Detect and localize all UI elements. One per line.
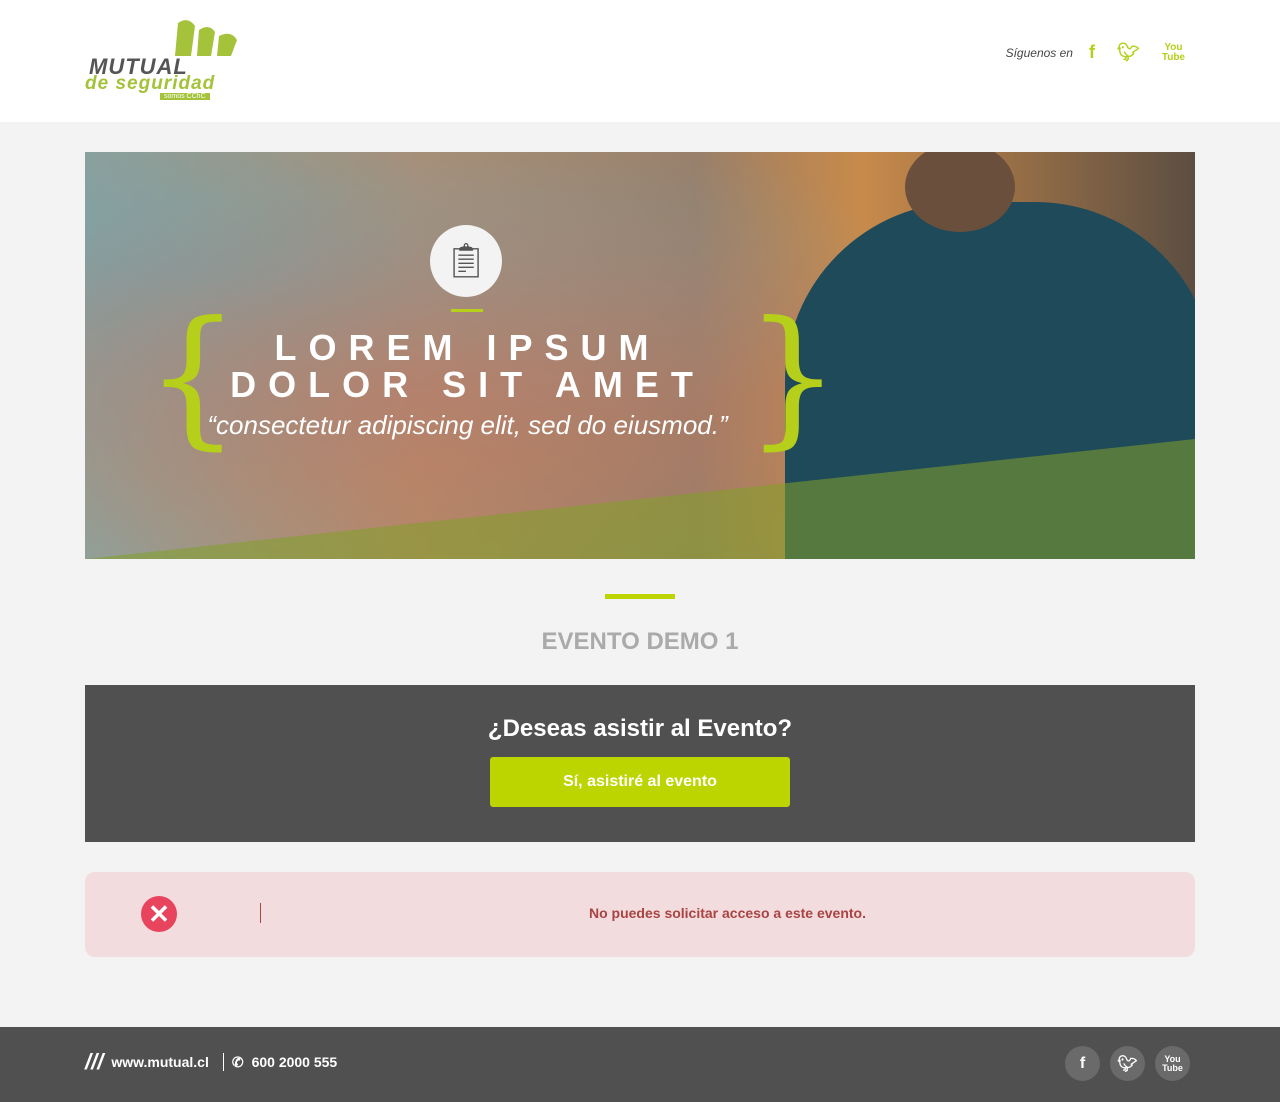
title-divider bbox=[605, 594, 675, 599]
website-link[interactable]: www.mutual.cl bbox=[111, 1054, 209, 1070]
mutual-logo[interactable]: MUTUAL de seguridad somos CChC bbox=[85, 18, 247, 104]
clipboard-check-icon: 📋︎ bbox=[430, 225, 502, 297]
attendance-panel: ¿Deseas asistir al Evento? Sí, asistiré … bbox=[85, 685, 1195, 842]
footer: /// www.mutual.cl ✆ 600 2000 555 f 🐦︎ Yo… bbox=[0, 1027, 1280, 1102]
youtube-icon[interactable]: You Tube bbox=[1162, 42, 1185, 63]
attendance-question: ¿Deseas asistir al Evento? bbox=[487, 715, 793, 742]
banner-line1: LOREM IPSUM bbox=[274, 327, 661, 368]
error-x-icon: ✕ bbox=[141, 896, 177, 932]
footer-youtube-icon[interactable]: You Tube bbox=[1155, 1046, 1190, 1081]
header: MUTUAL de seguridad somos CChC Síguenos … bbox=[0, 0, 1280, 122]
phone-number: 600 2000 555 bbox=[251, 1054, 338, 1070]
banner-quote: “consectetur adipiscing elit, sed do eiu… bbox=[207, 410, 728, 440]
event-title: EVENTO DEMO 1 bbox=[541, 628, 739, 655]
twitter-icon[interactable]: 🐦︎ bbox=[1117, 42, 1140, 63]
follow-label: Síguenos en bbox=[1005, 45, 1073, 60]
error-message: No puedes solicitar acceso a este evento… bbox=[588, 905, 866, 921]
facebook-icon[interactable]: f bbox=[1089, 42, 1095, 63]
social-links: Síguenos en f 🐦︎ You Tube bbox=[1006, 42, 1185, 63]
footer-facebook-icon[interactable]: f bbox=[1065, 1046, 1100, 1081]
banner-line2: DOLOR SIT AMET bbox=[230, 364, 705, 405]
footer-twitter-icon[interactable]: 🐦︎ bbox=[1110, 1046, 1145, 1081]
error-alert: ✕ No puedes solicitar acceso a este even… bbox=[85, 872, 1195, 957]
mutual-mark-icon: /// bbox=[85, 1049, 104, 1074]
logo-mark-icon bbox=[175, 20, 237, 57]
event-banner: 📋︎ { } LOREM IPSUM DOLOR SIT AMET “conse… bbox=[85, 152, 1195, 559]
attend-button[interactable]: Sí, asistiré al evento bbox=[490, 757, 790, 807]
phone-icon: ✆ bbox=[231, 1053, 244, 1070]
